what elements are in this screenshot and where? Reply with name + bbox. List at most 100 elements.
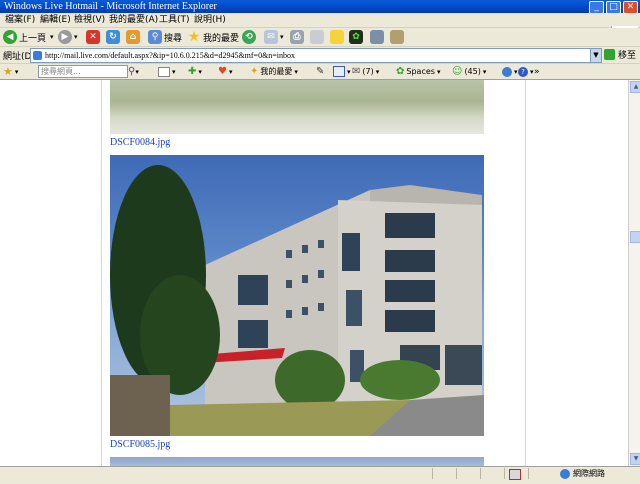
pen-button[interactable]: ✎	[316, 65, 324, 78]
attachment-link-dscf0084[interactable]: DSCF0084.jpg	[110, 137, 170, 148]
add-button[interactable]: ✚ ▾	[188, 65, 202, 78]
history-icon: ⟲	[242, 30, 256, 44]
contacts-count: (45)	[464, 67, 481, 76]
blog-icon	[333, 66, 345, 77]
add-icon: ✚	[188, 66, 197, 77]
forward-dropdown-icon[interactable]: ▾	[74, 33, 78, 41]
highlight-icon	[158, 66, 170, 77]
menu-file[interactable]: 檔案(F)	[5, 14, 35, 26]
menu-bar: 檔案(F) 編輯(E) 檢視(V) 我的最愛(A) 工具(T) 說明(H)	[0, 13, 640, 40]
attachment-image-next[interactable]	[110, 457, 484, 466]
spaces-label: Spaces	[406, 67, 435, 76]
status-cell	[504, 468, 525, 480]
messenger-button[interactable]: ✿	[349, 29, 365, 45]
favorites-button[interactable]: ★ 我的最愛	[187, 29, 239, 45]
back-arrow-icon: ◀	[3, 30, 17, 44]
address-dropdown-icon[interactable]: ▼	[590, 48, 602, 63]
vertical-scrollbar[interactable]: ▲ ▼	[628, 80, 640, 466]
research-button[interactable]	[370, 29, 386, 45]
toolbar-options-button[interactable]: »	[534, 65, 540, 78]
search-button[interactable]: ⚲ 搜尋	[148, 29, 182, 45]
web-search-button[interactable]: ⚲ ▾	[128, 65, 139, 78]
content-divider-right	[525, 80, 526, 466]
window-title: Windows Live Hotmail - Microsoft Interne…	[4, 1, 217, 12]
help-icon: ?	[518, 66, 528, 77]
security-zone: 網際網路	[560, 468, 605, 479]
address-url: http://mail.live.com/default.aspx?&ip=10…	[45, 51, 296, 60]
live-star-icon: ★	[3, 65, 13, 78]
menu-help[interactable]: 說明(H)	[194, 14, 226, 26]
menu-favorites[interactable]: 我的最愛(A)	[109, 14, 158, 26]
menu-view[interactable]: 檢視(V)	[74, 14, 105, 26]
toolbar-help-button[interactable]: ? ▾	[518, 65, 534, 78]
encarta-icon	[390, 30, 404, 44]
popup-blocked-icon[interactable]	[509, 469, 521, 480]
research-icon	[370, 30, 384, 44]
highlight-button[interactable]: ▾	[158, 65, 176, 78]
content-divider-left	[101, 80, 102, 466]
options-icon: »	[534, 66, 540, 77]
home-button[interactable]: ⌂	[126, 29, 142, 45]
mail-dropdown-icon[interactable]: ▾	[280, 33, 284, 41]
building-photo	[110, 165, 484, 436]
contacts-icon: ☺	[452, 66, 463, 77]
contacts-button[interactable]: ☺ (45) ▾	[452, 65, 486, 78]
attachment-image-dscf0084[interactable]	[110, 80, 484, 134]
color-icon: ♥	[218, 66, 227, 77]
color-button[interactable]: ♥ ▾	[218, 65, 232, 78]
stop-button[interactable]: ✕	[86, 29, 102, 45]
live-toolbar: ★ ▾ 搜尋網頁... ⚲ ▾ ▾ ✚ ▾ ♥ ▾ ✦ 我的最愛 ▾ ✎ ▾ ✉ (7)…	[0, 64, 640, 80]
mail-button[interactable]: ✉ ▾	[264, 29, 284, 45]
scroll-thumb[interactable]	[630, 231, 640, 243]
discuss-icon	[330, 30, 344, 44]
refresh-icon: ↻	[106, 30, 120, 44]
pen-icon: ✎	[316, 66, 325, 77]
mail-icon: ✉	[264, 30, 278, 44]
attachment-image-dscf0085[interactable]	[110, 155, 484, 436]
back-button[interactable]: ◀ 上一頁 ▾	[3, 29, 54, 45]
internet-zone-icon	[560, 468, 570, 479]
search-label: 搜尋	[164, 33, 183, 44]
live-toolbar-menu[interactable]: ★ ▾	[3, 65, 18, 78]
scroll-up-button[interactable]: ▲	[630, 81, 640, 93]
toolbar-settings-button[interactable]: ▾	[502, 65, 518, 78]
menu-edit[interactable]: 編輯(E)	[40, 14, 71, 26]
print-icon: ⎙	[290, 30, 304, 44]
encarta-button[interactable]	[390, 29, 406, 45]
standard-toolbar: ◀ 上一頁 ▾ ▶ ▾ ✕ ↻ ⌂ ⚲ 搜尋 ★ 我的最愛 ⟲ ✉ ▾ ⎙ ✿	[0, 28, 640, 47]
status-cell	[480, 468, 501, 479]
live-favorites-button[interactable]: ✦ 我的最愛 ▾	[250, 65, 298, 78]
go-button[interactable]: 移至	[604, 48, 636, 61]
page-content: DSCF0084.jpg DSCF0085.jpg	[0, 80, 628, 466]
address-input[interactable]: http://mail.live.com/default.aspx?&ip=10…	[30, 48, 600, 63]
stop-icon: ✕	[86, 30, 100, 44]
spaces-button[interactable]: ✿ Spaces ▾	[396, 65, 440, 78]
attachment-link-dscf0085[interactable]: DSCF0085.jpg	[110, 439, 170, 450]
forward-button[interactable]: ▶ ▾	[58, 29, 78, 45]
discuss-button[interactable]	[330, 29, 346, 45]
live-favorites-icon: ✦	[250, 66, 259, 77]
settings-icon	[502, 66, 512, 77]
back-dropdown-icon[interactable]: ▾	[50, 33, 54, 41]
print-button[interactable]: ⎙	[290, 29, 306, 45]
scroll-down-button[interactable]: ▼	[630, 453, 640, 465]
edit-button[interactable]	[310, 29, 326, 45]
favorites-label: 我的最愛	[203, 33, 240, 44]
blog-button[interactable]: ▾	[333, 65, 351, 78]
go-arrow-icon	[604, 49, 615, 60]
web-search-input[interactable]: 搜尋網頁...	[38, 65, 128, 78]
history-button[interactable]: ⟲	[242, 29, 258, 45]
refresh-button[interactable]: ↻	[106, 29, 122, 45]
status-cell	[456, 468, 477, 479]
zone-label: 網際網路	[573, 469, 605, 478]
web-search-icon: ⚲	[128, 66, 136, 77]
forward-arrow-icon: ▶	[58, 30, 72, 44]
home-icon: ⌂	[126, 30, 140, 44]
live-mail-button[interactable]: ✉ (7) ▾	[352, 65, 379, 78]
address-bar: 網址(D) http://mail.live.com/default.aspx?…	[0, 47, 640, 64]
back-label: 上一頁	[19, 33, 47, 44]
menu-tools[interactable]: 工具(T)	[159, 14, 190, 26]
live-mail-count: (7)	[362, 67, 374, 76]
title-bar: Windows Live Hotmail - Microsoft Interne…	[0, 0, 640, 14]
status-bar: 網際網路	[0, 466, 640, 481]
